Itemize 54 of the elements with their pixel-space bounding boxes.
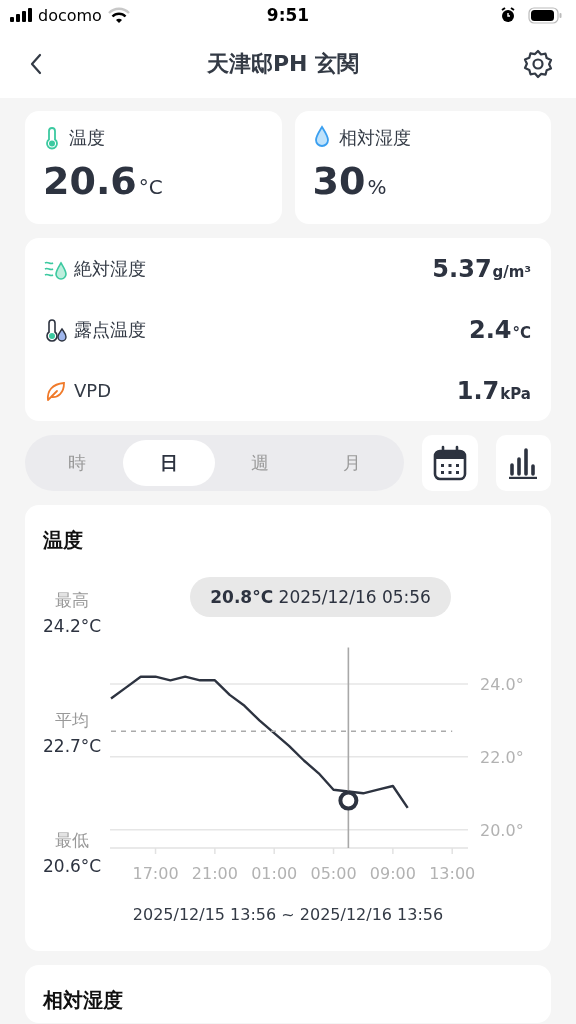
metric-label: VPD: [74, 380, 113, 401]
back-icon[interactable]: [28, 52, 44, 76]
reading-unit: %: [367, 175, 387, 199]
stat-value: 20.6°C: [43, 855, 102, 878]
value-tooltip: 20.8°C 2025/12/16 05:56: [190, 577, 451, 617]
chart-title: 温度: [43, 527, 84, 554]
axis-label: 17:00: [132, 864, 179, 883]
stat-label: 最低: [55, 829, 90, 852]
thermometer-icon: [43, 125, 61, 151]
stat-label: 最高: [55, 589, 90, 612]
battery-icon: [528, 6, 562, 24]
bar-chart-icon: [508, 447, 539, 479]
calendar-button[interactable]: [422, 435, 478, 491]
stat-label: 平均: [55, 709, 90, 732]
period-tab[interactable]: 週: [214, 440, 307, 486]
period-tab[interactable]: 時: [31, 440, 123, 486]
metric-unit: kPa: [500, 384, 531, 403]
axis-label: 24.0°: [480, 674, 524, 694]
reading-label: 相対湿度: [338, 126, 411, 150]
date-range: 2025/12/15 13:56 ~ 2025/12/16 13:56: [131, 904, 445, 926]
calendar-icon: [432, 445, 467, 481]
clock-time: 9:51: [265, 5, 311, 25]
carrier-name: docomo: [38, 5, 102, 25]
axis-label: 09:00: [370, 864, 417, 883]
chart-button[interactable]: [495, 435, 551, 491]
settings-icon[interactable]: [522, 48, 554, 80]
alarm-clock-icon: [500, 7, 516, 23]
metric-unit: °C: [512, 323, 531, 342]
thermometer-drop-icon: [44, 317, 68, 342]
selected-point[interactable]: [338, 790, 359, 811]
axis-label: 20.0°: [480, 820, 524, 840]
page-title: 天津邸PH 玄関: [206, 50, 360, 78]
metric-label: 絶対湿度: [74, 256, 147, 281]
wifi-icon: [107, 7, 130, 23]
axis-label: 13:00: [429, 864, 476, 883]
axis-label: 21:00: [192, 864, 239, 883]
period-tab[interactable]: 日: [122, 440, 215, 486]
reading-value: 30: [312, 159, 366, 203]
stat-value: 22.7°C: [43, 735, 102, 758]
period-tab[interactable]: 月: [306, 440, 398, 486]
metric-value: 5.37: [432, 254, 492, 283]
metric-label: 露点温度: [74, 317, 147, 342]
metric-unit: g/m³: [492, 262, 531, 281]
reading-value: 20.6: [43, 159, 137, 203]
axis-label: 05:00: [310, 864, 357, 883]
chart-title: 相対湿度: [43, 987, 124, 1014]
stat-value: 24.2°C: [43, 615, 102, 638]
metric-value: 1.7: [456, 376, 500, 405]
reading-label: 温度: [69, 126, 105, 150]
axis-label: 01:00: [251, 864, 298, 883]
reading-unit: °C: [138, 175, 163, 199]
axis-label: 22.0°: [480, 747, 524, 767]
signal-icon: [10, 8, 32, 22]
metric-value: 2.4: [468, 315, 512, 344]
